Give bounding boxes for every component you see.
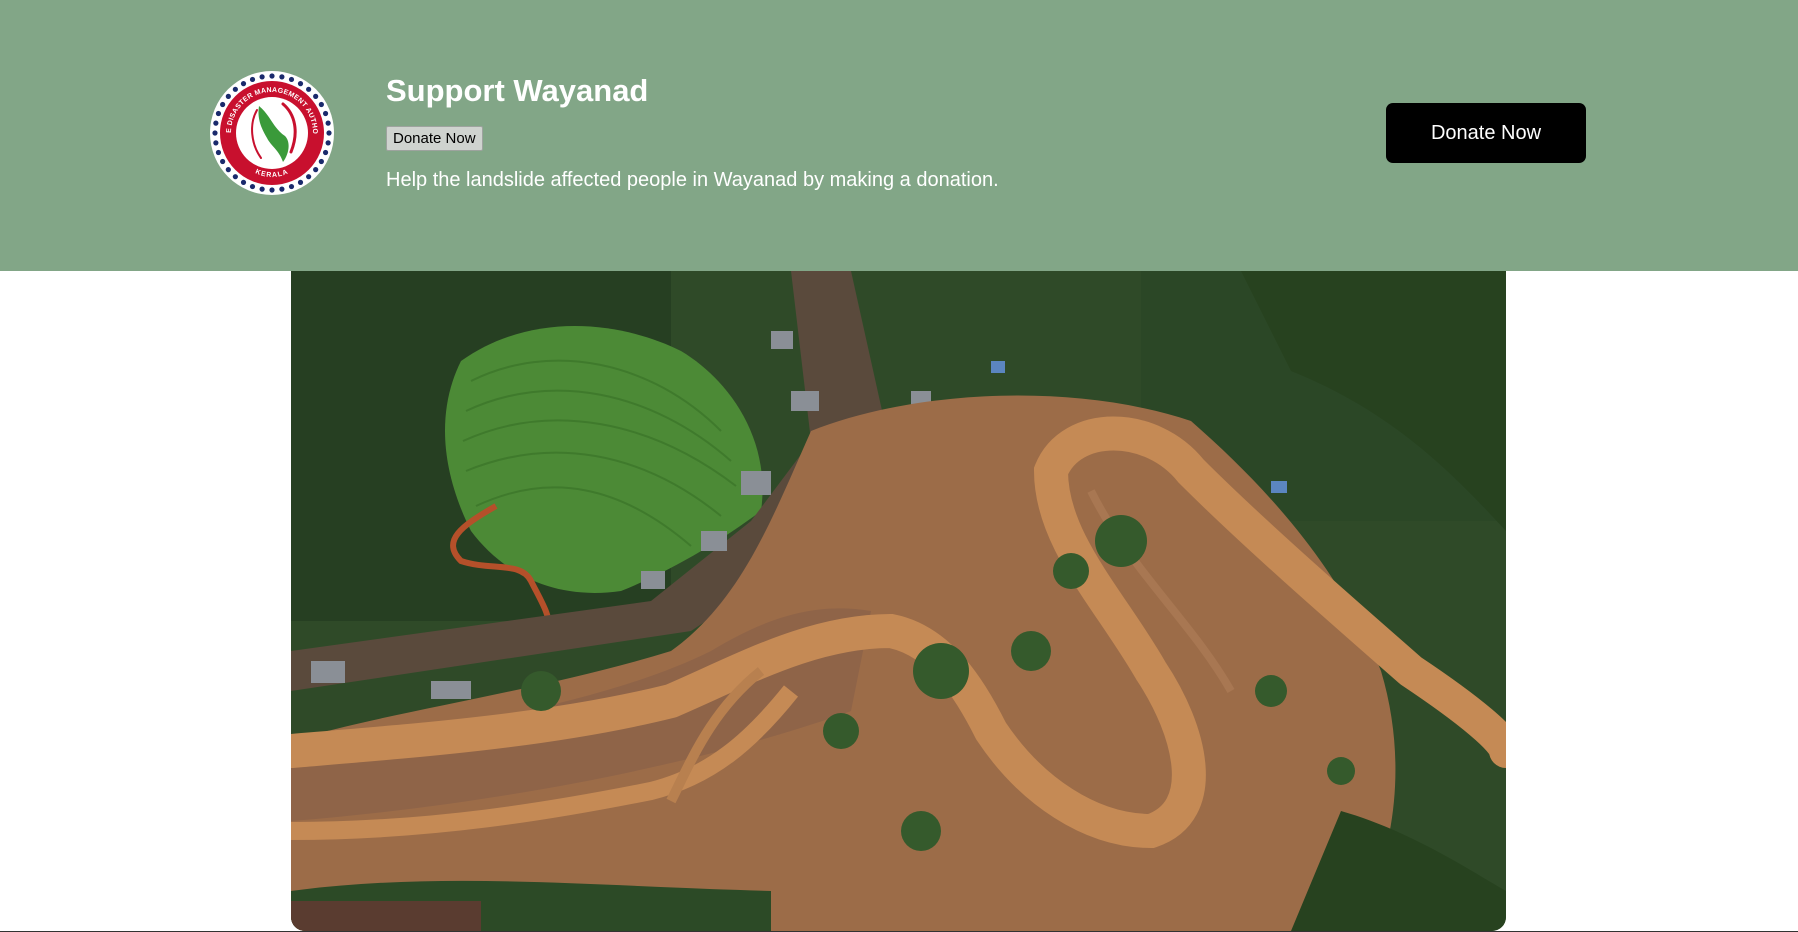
aerial-landslide-photo [291, 271, 1506, 931]
logo-dot [288, 76, 295, 83]
sdma-kerala-logo: STATE DISASTER MANAGEMENT AUTHORITY KERA… [209, 70, 334, 195]
donate-now-button[interactable]: Donate Now [1386, 103, 1586, 163]
logo-dot [225, 93, 231, 99]
logo-dot [313, 167, 319, 173]
logo-dot [318, 158, 324, 165]
logo-dot [279, 74, 285, 80]
logo-dot [240, 81, 247, 87]
logo-dot [240, 179, 247, 185]
logo-dot [269, 187, 275, 193]
logo-dot [318, 101, 324, 108]
logo-dot [215, 110, 222, 117]
logo-dot [259, 186, 265, 192]
logo-dot [297, 179, 304, 185]
logo-dot [326, 130, 332, 136]
logo-dot [306, 174, 312, 180]
logo-dot [213, 140, 219, 146]
logo-dot [232, 174, 238, 180]
logo-dot [249, 76, 256, 83]
logo-dot [259, 74, 265, 80]
logo-dot [297, 81, 304, 87]
page-title: Support Wayanad [386, 73, 649, 108]
logo-dot [213, 120, 219, 126]
logo-dot [232, 86, 238, 92]
logo-dot [313, 93, 319, 99]
banner-description: Help the landslide affected people in Wa… [386, 169, 999, 191]
donate-now-small-button[interactable]: Donate Now [386, 126, 483, 151]
logo-dot [288, 183, 295, 190]
logo-dot [225, 167, 231, 173]
logo-dot [325, 120, 331, 126]
aerial-landslide-image [291, 271, 1506, 931]
logo-dot [269, 73, 275, 79]
logo-dot [220, 158, 226, 165]
logo-dot [306, 86, 312, 92]
logo-dot [249, 183, 256, 190]
logo-dot [322, 110, 329, 117]
donation-banner: STATE DISASTER MANAGEMENT AUTHORITY KERA… [0, 0, 1798, 271]
logo-dot [220, 101, 226, 108]
logo-dot [215, 149, 222, 156]
logo-dot [325, 140, 331, 146]
logo-dot [279, 186, 285, 192]
logo-dot [322, 149, 329, 156]
logo-dot [212, 130, 218, 136]
